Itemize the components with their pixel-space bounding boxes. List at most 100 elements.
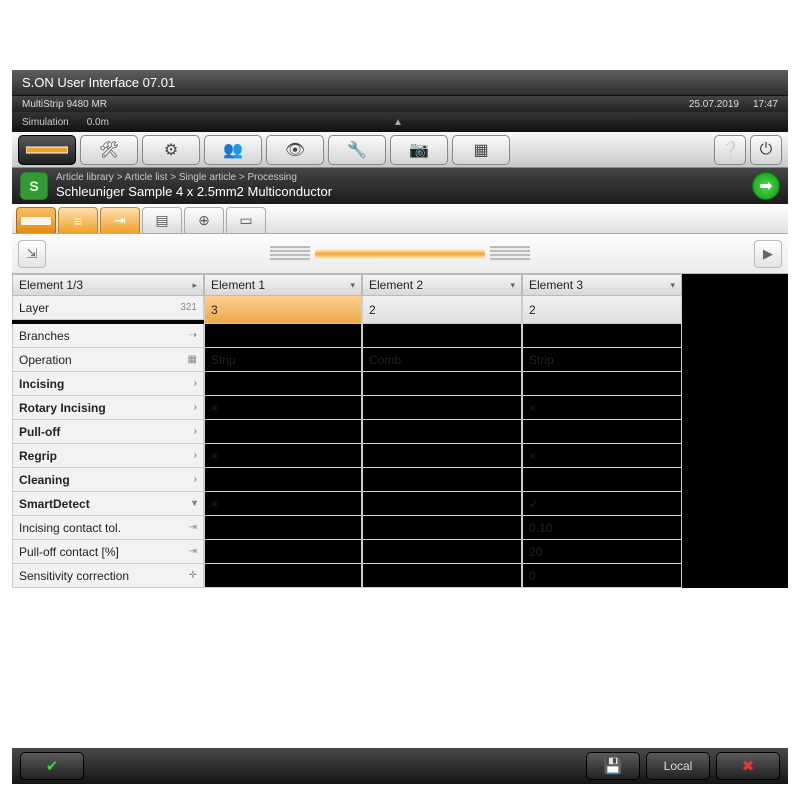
preview-next-button[interactable]: ▶ [754, 240, 782, 268]
row-label[interactable]: SmartDetect▾ [12, 492, 204, 516]
main-toolbar: 🛠 ⚙ 👥 👁 🔧 📷 ▦ ❔ ⏻ [12, 132, 788, 168]
cell[interactable] [362, 516, 522, 540]
local-button[interactable]: Local [646, 752, 710, 780]
cell[interactable]: Strip [522, 348, 682, 372]
cell[interactable]: × [522, 396, 682, 420]
statusbar-1: MultiStrip 9480 MR 25.07.2019 17:47 [12, 96, 788, 112]
cell[interactable]: × [204, 492, 362, 516]
cell[interactable] [362, 396, 522, 420]
chevron-down-icon: ▾ [510, 280, 515, 291]
col-element3[interactable]: Element 3▾ [522, 274, 682, 296]
status-mode: Simulation [22, 117, 69, 128]
element-table: Element 1/3▸ Element 1▾ Element 2▾ Eleme… [12, 274, 788, 588]
cell[interactable] [204, 564, 362, 588]
cell[interactable] [522, 324, 682, 348]
tab-users-icon[interactable]: 👥 [204, 135, 262, 165]
chevron-right-icon: ▸ [192, 280, 197, 291]
footer: ✔ 💾 Local ✖ [12, 748, 788, 784]
help-button[interactable]: ❔ [714, 135, 746, 165]
tab-settings-icon[interactable]: ⚙ [142, 135, 200, 165]
cell[interactable] [362, 324, 522, 348]
cell[interactable] [204, 468, 362, 492]
tab-document-icon[interactable]: ▤ [142, 207, 182, 233]
cell[interactable] [204, 324, 362, 348]
tab-steps-icon[interactable]: ≡ [58, 207, 98, 233]
breadcrumb[interactable]: Article library > Article list > Single … [56, 171, 744, 184]
row-label[interactable]: Layer321 [12, 296, 204, 320]
statusbar-2: Simulation 0.0m ▲ [12, 112, 788, 132]
col-row-header[interactable]: Element 1/3▸ [12, 274, 204, 296]
status-date: 25.07.2019 [689, 99, 739, 110]
cell[interactable] [362, 468, 522, 492]
cell[interactable] [362, 444, 522, 468]
tab-ends-icon[interactable]: ⇥ [100, 207, 140, 233]
cell[interactable]: × [522, 444, 682, 468]
cell[interactable]: 0.10 [522, 516, 682, 540]
collapse-triangle-icon[interactable]: ▲ [393, 117, 407, 127]
tab-cable-icon[interactable] [16, 207, 56, 233]
cell[interactable]: × [204, 444, 362, 468]
cell[interactable]: Comb [362, 348, 522, 372]
confirm-button[interactable]: ✔ [20, 752, 84, 780]
save-button[interactable]: 💾 [586, 752, 640, 780]
tab-camera-icon[interactable]: 📷 [390, 135, 448, 165]
processing-tabs: ≡ ⇥ ▤ ⊕ ▭ [12, 204, 788, 234]
tab-preview-icon[interactable]: 👁 [266, 135, 324, 165]
cell[interactable] [362, 564, 522, 588]
chevron-down-icon: ▾ [350, 280, 355, 291]
cell[interactable]: 2 [522, 296, 682, 324]
tab-diagnostics-icon[interactable]: 🔧 [328, 135, 386, 165]
status-length: 0.0m [87, 117, 109, 128]
article-title: Schleuniger Sample 4 x 2.5mm2 Multicondu… [56, 184, 744, 201]
go-arrow-button[interactable]: ➡ [752, 172, 780, 200]
row-label[interactable]: Incising› [12, 372, 204, 396]
col-element1[interactable]: Element 1▾ [204, 274, 362, 296]
tab-target-icon[interactable]: ⊕ [184, 207, 224, 233]
tab-tools-icon[interactable]: 🛠 [80, 135, 138, 165]
cell[interactable] [362, 372, 522, 396]
cancel-button[interactable]: ✖ [716, 752, 780, 780]
status-time: 17:47 [753, 99, 778, 110]
app-window: S.ON User Interface 07.01 MultiStrip 948… [12, 70, 788, 730]
cell[interactable] [204, 540, 362, 564]
preview-config-button[interactable]: ⇲ [18, 240, 46, 268]
tab-comment-icon[interactable]: ▭ [226, 207, 266, 233]
cable-graphic [315, 249, 485, 259]
cell[interactable] [362, 540, 522, 564]
cell[interactable]: 2 [362, 296, 522, 324]
row-label[interactable]: Cleaning› [12, 468, 204, 492]
cell[interactable] [204, 372, 362, 396]
row-label[interactable]: Regrip› [12, 444, 204, 468]
col-element2[interactable]: Element 2▾ [362, 274, 522, 296]
cell[interactable] [522, 468, 682, 492]
cell[interactable] [204, 516, 362, 540]
row-label[interactable]: Operation▦ [12, 348, 204, 372]
row-label[interactable]: Branches⇢ [12, 324, 204, 348]
cell[interactable] [362, 492, 522, 516]
cell[interactable]: 20 [522, 540, 682, 564]
article-type-icon: S [20, 172, 48, 200]
cell[interactable] [522, 372, 682, 396]
machine-name: MultiStrip 9480 MR [22, 99, 107, 110]
title-text: S.ON User Interface 07.01 [22, 75, 175, 90]
cell[interactable] [522, 420, 682, 444]
subheader: S Article library > Article list > Singl… [12, 168, 788, 204]
cell[interactable]: ✓ [522, 492, 682, 516]
cell[interactable] [204, 420, 362, 444]
row-label[interactable]: Pull-off contact [%]⇥ [12, 540, 204, 564]
cell[interactable] [362, 420, 522, 444]
chevron-down-icon: ▾ [670, 280, 675, 291]
row-label[interactable]: Rotary Incising› [12, 396, 204, 420]
cable-preview-bar: ⇲ ▶ [12, 234, 788, 274]
empty-area [12, 588, 788, 748]
cell[interactable]: 0 [522, 564, 682, 588]
power-button[interactable]: ⏻ [750, 135, 782, 165]
row-label[interactable]: Pull-off› [12, 420, 204, 444]
tab-article-icon[interactable] [18, 135, 76, 165]
tab-dashboard-icon[interactable]: ▦ [452, 135, 510, 165]
row-label[interactable]: Incising contact tol.⇥ [12, 516, 204, 540]
cell[interactable]: Strip [204, 348, 362, 372]
cell[interactable]: 3 [204, 296, 362, 324]
cell[interactable]: × [204, 396, 362, 420]
row-label[interactable]: Sensitivity correction✛ [12, 564, 204, 588]
